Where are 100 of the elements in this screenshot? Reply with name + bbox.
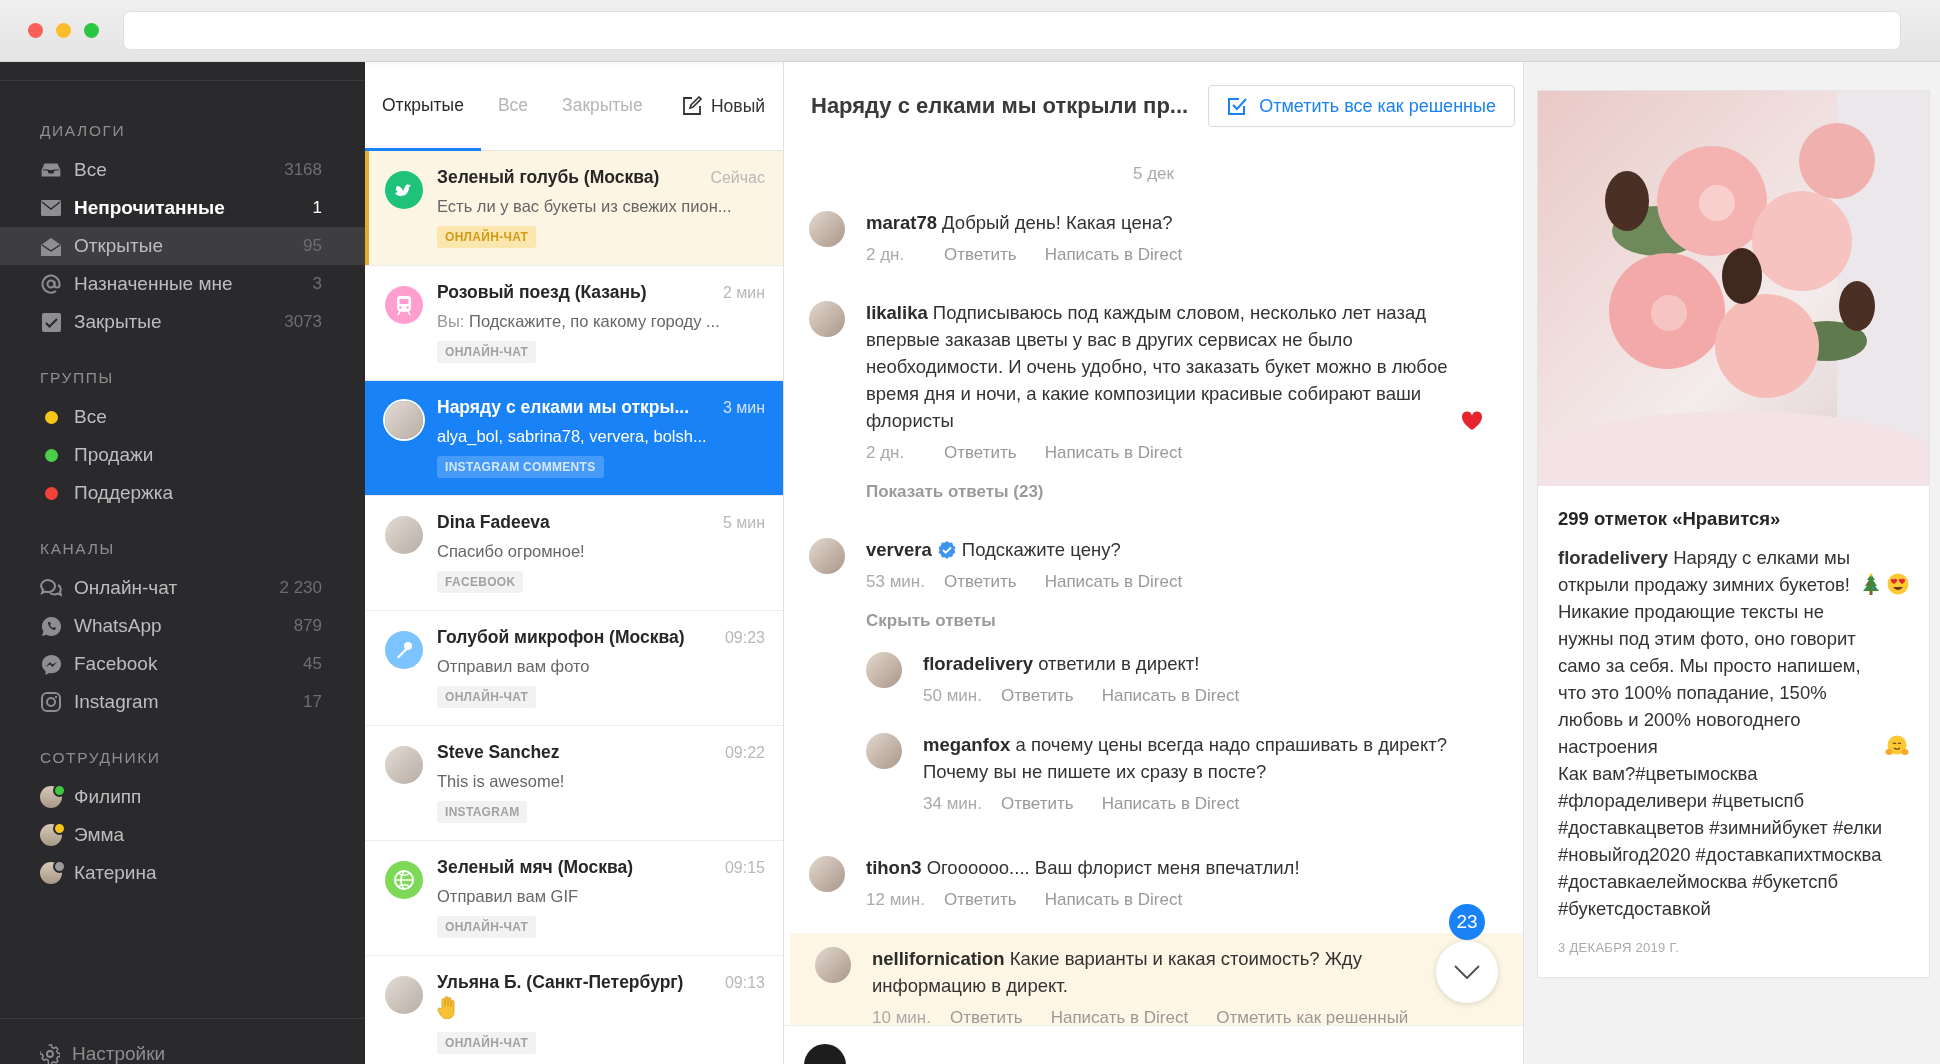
comment: marat78 Добрый день! Какая цена? [866,212,1173,233]
minimize-window-button[interactable] [56,23,71,38]
post-date: 3 ДЕКАБРЯ 2019 Г. [1558,940,1680,955]
message-preview: Отправил вам фото [437,657,590,677]
channel-tag: FACEBOOK [437,571,524,593]
comment-time: 2 дн. [866,244,906,266]
username: ververa [866,539,932,560]
comment: meganfox а почему цены всегда надо спрашивать в директ? Почему вы не пишете их сразу в посте? [923,734,1447,782]
conversation-item[interactable]: Зеленый голубь (Москва) Сейчас Есть ли у вас букеты из свежих пион... ОНЛАЙН-ЧАТ [365,151,783,266]
close-window-button[interactable] [28,23,43,38]
message-preview: This is awesome! [437,772,565,792]
hugging-emoji-icon [1885,735,1909,757]
likes-count: 299 отметок «Нравится» [1558,508,1781,530]
conversation-item[interactable]: Steve Sanchez 09:22 This is awesome! INSTAGRAM [365,726,783,841]
message-preview: Спасибо огромное! [437,542,585,562]
comment: nellifornication Какие варианты и какая стоимость? Жду информацию в директ. [872,948,1362,996]
conversation-time: 09:13 [724,974,765,992]
conversation-item[interactable]: Зеленый мяч (Москва) 09:15 Отправил вам GIF ОНЛАЙН-ЧАТ [365,841,783,956]
sidebar-item[interactable]: Эмма [0,816,365,854]
sidebar-item[interactable]: Все [0,398,365,436]
conversation-title: Голубой микрофон (Москва) [437,627,685,648]
comment: tihon3 Огоооооо.... Ваш флорист меня впечатлил! [866,857,1300,878]
section-heading: СОТРУДНИКИ [39,748,161,768]
conversation-item[interactable]: Dina Fadeeva 5 мин Спасибо огромное! FACEBOOK [365,496,783,611]
unread-count-badge: 23 [1449,904,1485,940]
checkbox-icon [1227,96,1248,116]
conversation-title: Розовый поезд (Казань) [437,282,647,303]
avatar [866,652,902,688]
sidebar-item[interactable]: Поддержка [0,474,365,512]
conversation-item[interactable]: Наряду с елками мы откры... 3 мин alya_bol, sabrina78, ververa, bolsh... INSTAGRAM COMMENTS [365,381,783,496]
avatar [809,301,845,337]
settings-button[interactable]: Настройки [40,1043,166,1064]
sidebar-item[interactable]: Непрочитанные 1 [0,189,365,227]
avatar [385,976,423,1014]
channel-tag: INSTAGRAM [437,801,528,823]
conversation-title: Зеленый голубь (Москва) [437,167,660,188]
conversation-time: Сейчас [710,169,765,187]
resolve-all-button[interactable]: Отметить все как решенные [1208,85,1515,127]
caption-text: floradelivery Наряду с елками мы открыли продажу зимних букетов! [1558,546,1851,597]
message-preview: Отправил вам GIF [437,887,579,907]
channel-tag: ОНЛАЙН-ЧАТ [437,341,537,363]
conversation-time: 2 мин [722,284,765,302]
address-bar[interactable] [124,12,1900,49]
comment: floradelivery ответили в директ! [923,653,1200,674]
avatar [40,786,62,808]
conversation-title: Зеленый мяч (Москва) [437,857,634,878]
channel-tag: ОНЛАЙН-ЧАТ [437,1032,537,1054]
comment-time: 34 мин. [923,793,983,815]
avatar [866,733,902,769]
camera-icon [41,692,61,712]
sidebar-item[interactable]: Продажи [0,436,365,474]
sidebar-item[interactable]: Instagram 17 [0,683,365,721]
message-preview: alya_bol, sabrina78, ververa, bolsh... [437,427,707,447]
conversation-item[interactable]: Голубой микрофон (Москва) 09:23 Отправил вам фото ОНЛАЙН-ЧАТ [365,611,783,726]
conversation-title: Наряду с елками мы откры... [437,397,689,418]
comment-time: 2 дн. [866,442,906,464]
sidebar-item[interactable]: Закрытые 3073 [0,303,365,341]
conversation-title: Ульяна Б. (Санкт-Петербург) [437,972,684,993]
conversation-title: Наряду с елками мы открыли пр... [811,93,1189,119]
checkbox-icon [41,312,61,332]
avatar [385,401,423,439]
comment-time: 50 мин. [923,685,983,707]
message-preview: Вы: Подскажите, по какому городу ... [437,312,720,332]
section-heading: ГРУППЫ [39,368,114,388]
avatar [40,862,62,884]
message-preview: Есть ли у вас букеты из свежих пион... [437,197,732,217]
conversation-title: Steve Sanchez [437,742,560,763]
section-heading: ДИАЛОГИ [39,121,126,141]
avatar [809,856,845,892]
sidebar-item[interactable]: Филипп [0,778,365,816]
heart-eyes-emoji-icon [1887,573,1909,595]
avatar [815,947,851,983]
avatar [385,516,423,554]
lightning-bubble-icon [40,653,62,675]
sidebar-item[interactable]: Катерина [0,854,365,892]
sidebar-item[interactable]: Назначенные мне 3 [0,265,365,303]
new-conversation-button[interactable]: Новый [681,95,765,117]
edit-icon [681,96,702,116]
conversation-title: Dina Fadeeva [437,512,550,533]
tree-icon [1861,573,1881,595]
caption-text: Как вам?#цветымосква #флораделивери #цветыспб #доставкацветов #зимнийбукет #елки #новыйгод2020 #доставкапихтмосква #доставкаелеймосква #букетспб #букетсдоставкой [1558,762,1884,921]
avatar [40,824,62,846]
comment-time: 10 мин. [872,1007,932,1025]
comment-time: 53 мин. [866,571,926,593]
sidebar-item[interactable]: Онлайн-чат 2 230 [0,569,365,607]
conversation-item[interactable]: Ульяна Б. (Санкт-Петербург) 09:13 ОНЛАЙН-ЧАТ [365,956,783,1064]
conversation-time: 5 мин [722,514,765,532]
avatar [385,746,423,784]
sidebar-item[interactable]: Все 3168 [0,151,365,189]
date-separator: 5 дек [1133,164,1174,184]
settings-icon [40,1044,60,1064]
conversation-time: 09:22 [724,744,765,762]
sidebar-item[interactable]: Facebook 45 [0,645,365,683]
zoom-window-button[interactable] [84,23,99,38]
comment-time: 12 мин. [866,889,926,911]
chevron-down-icon [1454,965,1480,979]
avatar [809,538,845,574]
phone-bubble-icon [40,615,62,637]
comment: likalika Подписываюсь под каждым словом, несколько лет назад впервые заказав цветы у вас в других сервисах не было необходимости. И очень удобно, что заказать букет можно в любое время дня и ночи, а какие композиции красивые собирают ваши флористы [866,301,1449,433]
sidebar-item[interactable]: WhatsApp 879 [0,607,365,645]
